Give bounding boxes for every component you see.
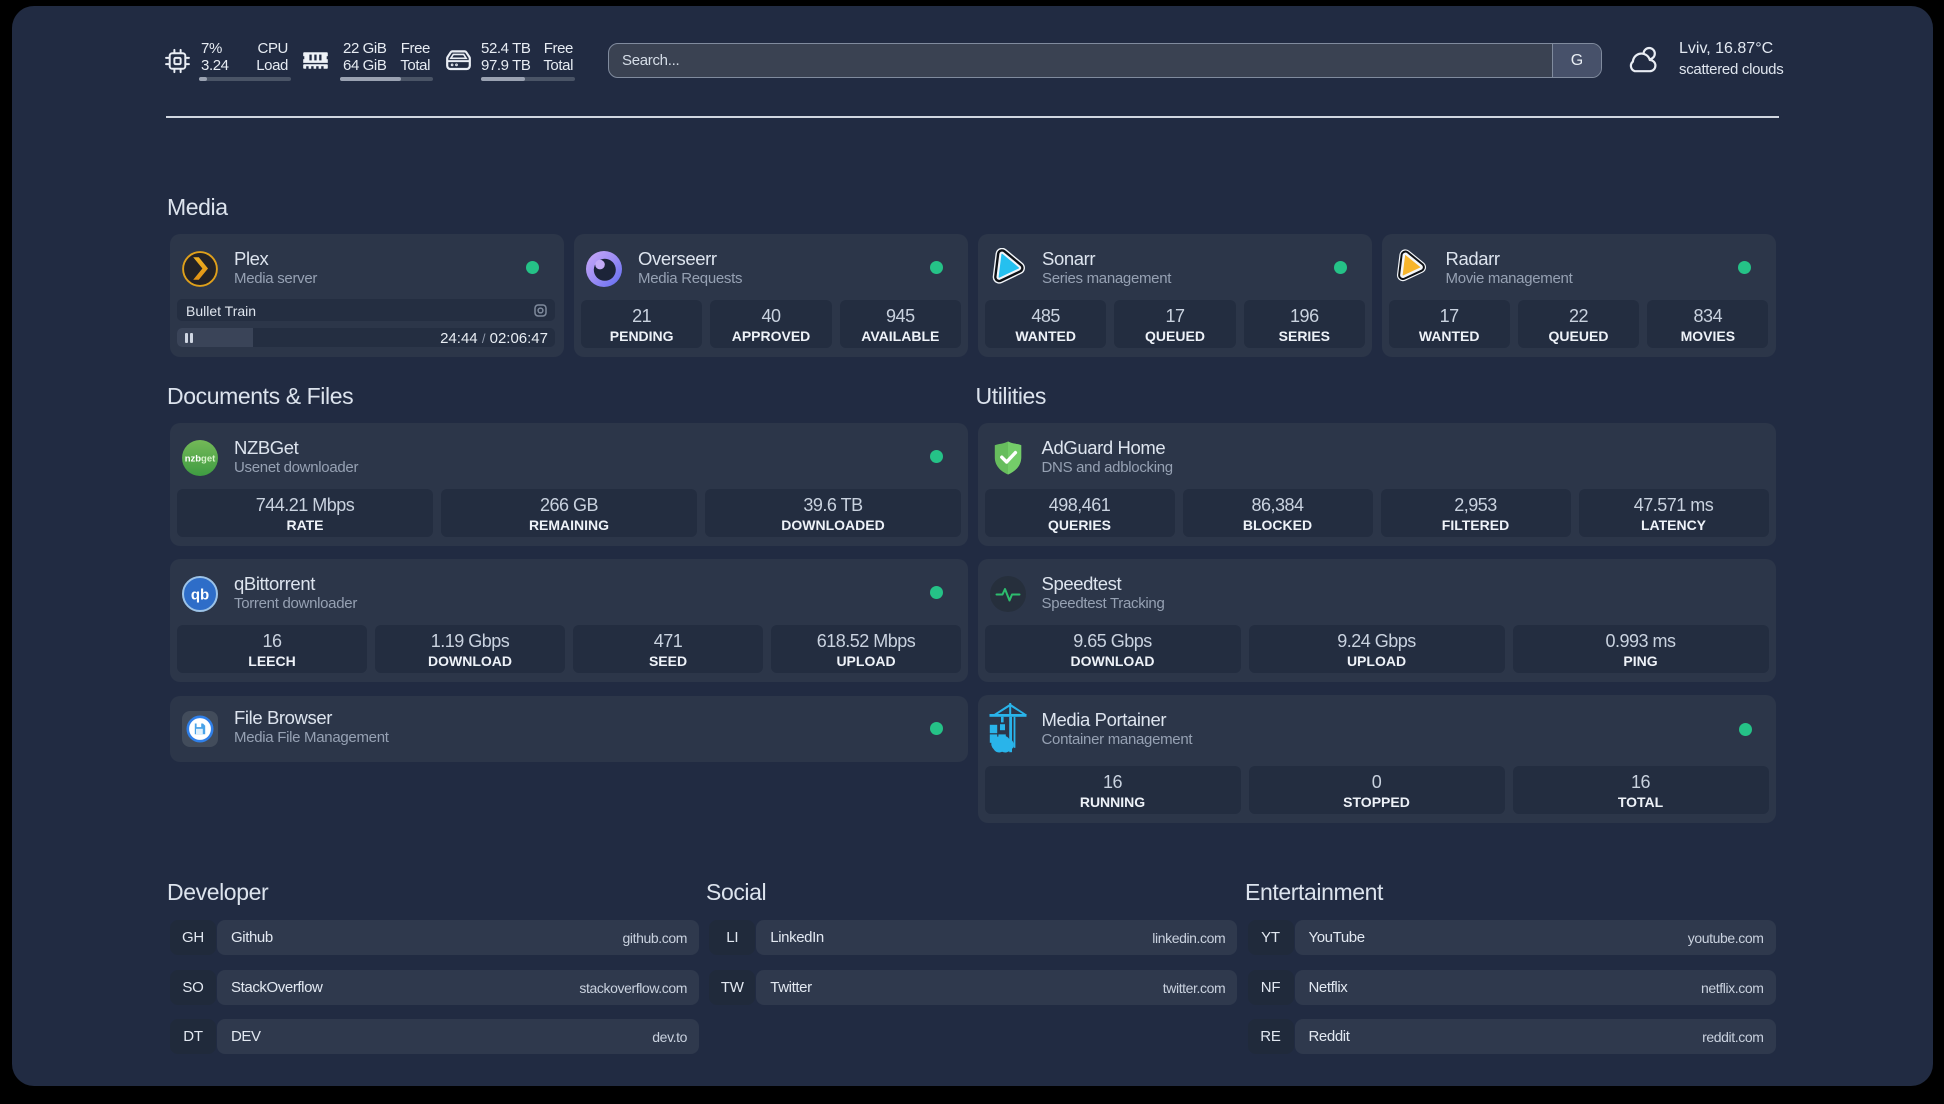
svg-text:qb: qb [191,586,209,603]
svg-text:nzbget: nzbget [185,454,216,465]
